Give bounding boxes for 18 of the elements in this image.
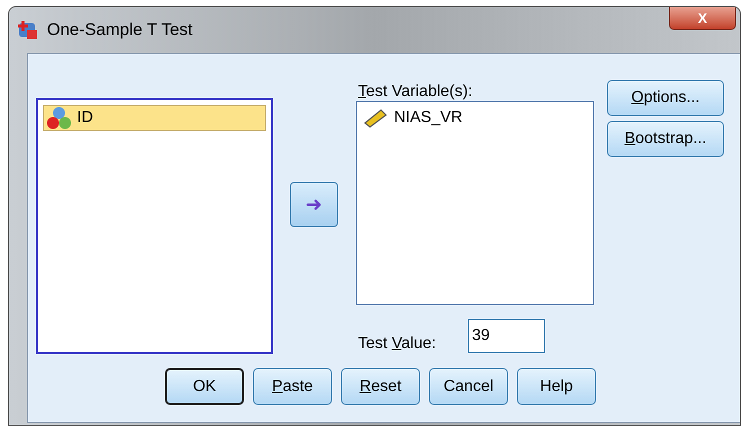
test-value-label: Test Value: bbox=[358, 334, 436, 354]
dialog-button[interactable]: Options... bbox=[607, 80, 724, 116]
dialog-button[interactable]: Paste bbox=[253, 368, 332, 405]
variable-item[interactable]: NIAS_VR bbox=[360, 105, 590, 131]
nominal-variable-icon bbox=[46, 106, 72, 130]
variable-item[interactable]: ID bbox=[43, 105, 266, 131]
dialog-button[interactable]: Help bbox=[517, 368, 596, 405]
test-variables-label: Test Variable(s): bbox=[358, 82, 472, 102]
app-icon bbox=[17, 18, 39, 41]
dialog-button[interactable]: OK bbox=[165, 368, 244, 405]
ruler-icon bbox=[363, 108, 389, 128]
window-title: One-Sample T Test bbox=[47, 19, 193, 41]
dialog-button[interactable]: Cancel bbox=[429, 368, 508, 405]
dialog-button[interactable]: Reset bbox=[341, 368, 420, 405]
right-arrow-icon: ➜ bbox=[306, 194, 322, 214]
dialog-button[interactable]: Bootstrap... bbox=[607, 121, 724, 157]
test-value-field[interactable]: 39 bbox=[468, 319, 545, 353]
move-button[interactable]: ➜ bbox=[290, 182, 338, 227]
